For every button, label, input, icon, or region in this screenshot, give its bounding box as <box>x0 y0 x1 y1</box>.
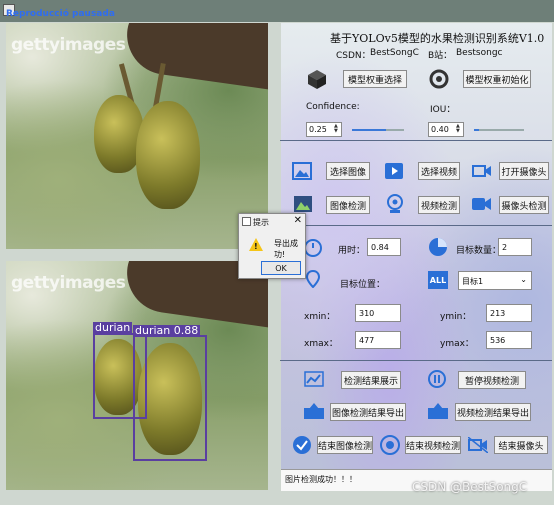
iou-value: 0.40 <box>431 125 449 134</box>
show-results-button[interactable]: 检测结果展示 <box>341 371 401 389</box>
csdn-watermark: CSDN @BestSongC <box>412 480 528 494</box>
export-image-button[interactable]: 图像检测结果导出 <box>330 403 406 421</box>
image-icon <box>292 162 312 180</box>
xmax-field: 477 <box>355 331 401 349</box>
close-icon[interactable]: ✕ <box>294 215 302 226</box>
time-label: 用时： <box>338 246 366 256</box>
time-field: 0.84 <box>367 238 401 256</box>
confidence-value: 0.25 <box>309 125 327 134</box>
open-camera-button[interactable]: 打开摄像头 <box>499 162 549 180</box>
playback-overlay-text: Reproducció pausada <box>6 9 115 19</box>
cube-icon <box>308 70 326 89</box>
detection-label: durian <box>93 321 133 334</box>
image-detect-icon <box>294 196 312 212</box>
position-label: 目标位置： <box>340 280 386 290</box>
iou-slider[interactable] <box>474 129 524 131</box>
spin-arrows-icon[interactable]: ▲ ▼ <box>334 124 340 135</box>
select-video-button[interactable]: 选择视频 <box>418 162 460 180</box>
target-select-value: 目标1 <box>462 277 484 286</box>
csdn-label: CSDN： <box>336 51 371 61</box>
divider <box>280 140 552 141</box>
window-titlebar: Reproducció pausada <box>0 0 554 22</box>
spin-arrows-icon[interactable]: ▲ ▼ <box>456 124 462 135</box>
export-video-button[interactable]: 视频检测结果导出 <box>455 403 531 421</box>
pause-icon <box>428 370 446 388</box>
warning-mark: ! <box>254 242 258 251</box>
detection-image-panel: gettyimages durian durian 0.88 <box>6 261 268 490</box>
bili-value: Bestsongc <box>456 48 503 58</box>
xmin-field: 310 <box>355 304 401 322</box>
all-icon: ALL <box>428 271 448 289</box>
target-select[interactable]: 目标1 ⌄ <box>458 271 532 290</box>
iou-slider-fill <box>474 129 479 131</box>
pie-chart-icon <box>429 238 447 256</box>
stop-icon <box>380 435 400 455</box>
check-icon <box>293 436 311 454</box>
durian-fruit <box>136 101 200 209</box>
webcam-icon <box>387 194 403 213</box>
video-icon <box>385 163 403 179</box>
status-text: 图片检测成功！！！ <box>285 475 357 484</box>
xmax-label: xmax： <box>304 339 338 349</box>
export-icon <box>304 403 324 419</box>
original-image-panel: gettyimages <box>6 23 268 249</box>
model-select-button[interactable]: 模型权重选择 <box>343 70 407 88</box>
csdn-value: BestSongC <box>370 48 419 58</box>
detection-label: durian 0.88 <box>133 324 201 337</box>
count-field: 2 <box>498 238 532 256</box>
chart-icon <box>304 371 324 387</box>
ymax-label: ymax： <box>440 339 474 349</box>
detection-box <box>133 335 207 461</box>
model-init-button[interactable]: 模型权重初始化 <box>463 70 531 88</box>
confidence-spinbox[interactable]: 0.25 ▲ ▼ <box>306 122 342 137</box>
timer-icon <box>304 239 322 257</box>
end-video-button[interactable]: 结束视频检测 <box>405 436 461 454</box>
ok-button[interactable]: OK <box>261 261 301 275</box>
dialog-app-icon <box>242 217 251 226</box>
confidence-slider-fill <box>352 129 386 131</box>
dialog-message: 导出成功! <box>274 239 298 259</box>
confidence-label: Confidence: <box>306 102 360 112</box>
dialog-title: 提示 <box>253 218 269 227</box>
video-detect-button[interactable]: 视频检测 <box>418 196 460 214</box>
count-label: 目标数量： <box>456 246 502 256</box>
getty-watermark: gettyimages <box>11 273 126 293</box>
ymax-field: 536 <box>486 331 532 349</box>
camcorder-icon <box>472 198 491 210</box>
location-icon <box>306 270 320 288</box>
iou-spinbox[interactable]: 0.40 ▲ ▼ <box>428 122 464 137</box>
select-image-button[interactable]: 选择图像 <box>326 162 370 180</box>
camera-icon <box>472 165 491 177</box>
ymin-field: 213 <box>486 304 532 322</box>
xmin-label: xmin： <box>304 312 336 322</box>
divider <box>280 225 552 226</box>
gear-icon <box>429 69 449 89</box>
image-detect-button[interactable]: 图像检测 <box>326 196 370 214</box>
end-camera-button[interactable]: 结束摄像头 <box>494 436 548 454</box>
iou-label: IOU： <box>430 105 456 115</box>
export-video-icon <box>428 403 448 419</box>
ymin-label: ymin： <box>440 312 472 322</box>
app-title: 基于YOLOv5模型的水果检测识别系统V1.0 <box>330 32 545 45</box>
camera-detect-button[interactable]: 摄像头检测 <box>499 196 549 214</box>
end-image-button[interactable]: 结束图像检测 <box>317 436 373 454</box>
pause-video-button[interactable]: 暂停视频检测 <box>458 371 526 389</box>
camera-off-icon <box>468 437 488 453</box>
message-dialog: 提示 ✕ ! 导出成功! OK <box>238 213 306 279</box>
divider <box>280 360 552 361</box>
chevron-down-icon: ⌄ <box>520 275 527 284</box>
bili-label: B站： <box>428 51 453 61</box>
getty-watermark: gettyimages <box>11 35 126 55</box>
